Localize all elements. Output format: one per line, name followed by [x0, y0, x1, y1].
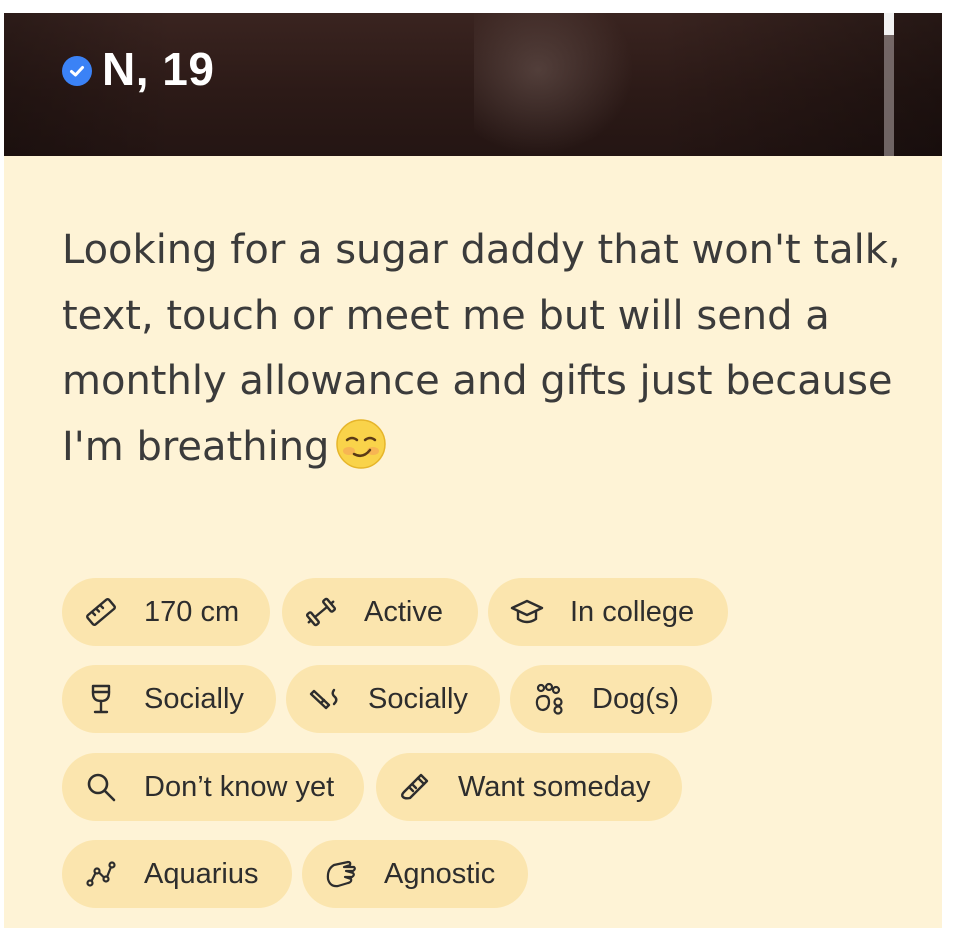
chip-looking-for: Don’t know yet	[62, 753, 364, 821]
chip-label: Socially	[144, 682, 244, 715]
profile-card: N, 19 Looking for a sugar daddy that won…	[4, 13, 942, 928]
graduation-cap-icon	[510, 599, 544, 624]
constellation-icon	[86, 861, 116, 887]
chip-drinking: Socially	[62, 665, 276, 733]
dumbbell-icon	[305, 597, 337, 627]
wine-glass-icon	[91, 684, 111, 714]
chip-zodiac: Aquarius	[62, 840, 292, 908]
chip-family-plans: Want someday	[376, 753, 682, 821]
chip-label: Dog(s)	[592, 682, 680, 715]
chip-label: Socially	[368, 682, 468, 715]
chip-pets: Dog(s)	[510, 665, 712, 733]
baby-bottle-icon	[401, 773, 429, 800]
chip-label: Active	[364, 595, 443, 628]
chip-exercise: Active	[282, 578, 478, 646]
chip-education: In college	[488, 578, 728, 646]
photo-scrollbar-thumb[interactable]	[884, 13, 894, 35]
chip-label: Aquarius	[144, 857, 259, 890]
magnifier-icon	[87, 773, 116, 802]
chip-height: 170 cm	[62, 578, 270, 646]
chip-label: In college	[570, 595, 695, 628]
chip-label: Want someday	[458, 770, 651, 803]
chip-smoking: Socially	[286, 665, 500, 733]
chip-label: Agnostic	[384, 857, 496, 890]
smirking-face-emoji	[336, 418, 387, 469]
chip-label: Don’t know yet	[144, 770, 335, 803]
bio-text: Looking for a sugar daddy that won't tal…	[62, 227, 901, 470]
paw-icon	[535, 682, 563, 715]
chip-religion: Agnostic	[302, 840, 528, 908]
praying-hands-icon	[326, 860, 356, 888]
verified-check-icon	[62, 56, 92, 86]
chip-label: 170 cm	[144, 595, 240, 628]
cigarette-icon	[309, 688, 338, 710]
profile-name-age: N, 19	[102, 43, 215, 95]
ruler-icon	[86, 598, 116, 626]
profile-bio: Looking for a sugar daddy that won't tal…	[62, 218, 922, 480]
